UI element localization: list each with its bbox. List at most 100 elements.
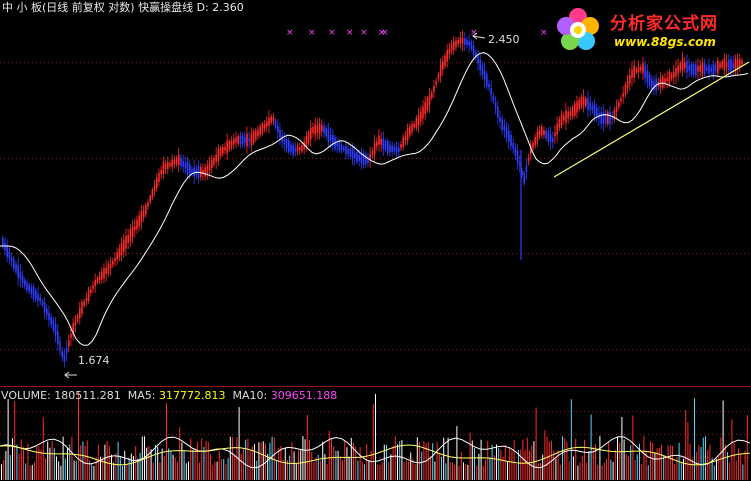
candle-body — [180, 157, 182, 167]
volume-bar — [234, 455, 236, 480]
candle-body — [549, 134, 552, 143]
candle-body — [259, 126, 261, 136]
candle-body — [417, 115, 420, 126]
candle-body — [347, 148, 349, 155]
candle-body — [624, 84, 627, 95]
volume-bar — [269, 442, 271, 480]
candle-body — [129, 229, 132, 242]
volume-bar — [29, 465, 31, 480]
candle-body — [536, 131, 539, 142]
volume-bar — [680, 461, 682, 480]
candle-body — [461, 38, 464, 44]
volume-bar — [718, 455, 720, 480]
candle-body — [233, 138, 235, 145]
candle-body — [686, 60, 688, 73]
d-value: 2.360 — [212, 1, 244, 14]
candle-body — [371, 151, 374, 155]
candle-body — [37, 293, 39, 301]
volume-bar — [82, 441, 84, 480]
volume-bar — [513, 440, 515, 480]
volume-bar — [155, 444, 156, 480]
candle-body — [433, 86, 435, 92]
volume-bar — [537, 463, 539, 480]
candle-body — [109, 264, 112, 269]
candle-body — [714, 65, 717, 72]
volume-bar — [665, 457, 667, 480]
candle-body — [538, 129, 541, 136]
volume-bar — [482, 465, 484, 480]
candle-body — [466, 39, 468, 46]
volume-bar — [716, 458, 717, 480]
candle-body — [164, 164, 167, 169]
candle-body — [283, 138, 286, 145]
volume-bar — [71, 436, 73, 480]
volume-bar — [20, 439, 22, 480]
candle-body — [270, 116, 272, 123]
low-price-label: 1.674 — [78, 354, 110, 367]
volume-bar — [216, 461, 218, 480]
volume-bar — [309, 439, 310, 480]
volume-bar — [23, 446, 24, 480]
signal-marker: × — [328, 28, 336, 38]
volume-bar — [643, 436, 645, 480]
candle-body — [43, 302, 46, 313]
candle-body — [626, 81, 629, 88]
chart-canvas[interactable]: ×××××××××× — [0, 0, 751, 481]
volume-bar — [579, 462, 581, 480]
candle-body — [589, 102, 591, 110]
site-logo: 分析家公式网 www.88gs.com — [548, 2, 748, 58]
signal-marker: × — [308, 28, 316, 38]
volume-bar — [619, 442, 621, 480]
candle-body — [725, 62, 728, 68]
volume-bar — [447, 437, 449, 480]
candle-body — [24, 280, 26, 287]
candle-body — [142, 210, 145, 217]
candle-body — [285, 139, 288, 149]
volume-bar — [225, 464, 227, 480]
candle-body — [178, 154, 180, 166]
candle-body — [35, 291, 37, 299]
candle-body — [490, 88, 492, 95]
volume-bar — [278, 447, 280, 480]
candle-body — [294, 147, 297, 152]
volume-bar — [119, 456, 121, 480]
volume-bar — [102, 457, 104, 480]
candle-body — [189, 163, 191, 175]
candle-body — [578, 99, 580, 109]
volume-bar — [456, 426, 458, 480]
volume-bar — [698, 445, 700, 480]
candle-body — [732, 63, 734, 69]
volume-bar — [5, 451, 7, 480]
volume-bar — [722, 400, 724, 480]
volume-bar — [194, 448, 196, 480]
candle-body — [569, 111, 572, 116]
volume-bar — [471, 440, 473, 480]
candle-body — [607, 111, 609, 125]
volume-bar — [509, 447, 511, 480]
candle-body — [556, 123, 558, 135]
volume-bar — [599, 436, 601, 480]
candle-body — [125, 236, 127, 249]
volume-bar — [672, 445, 673, 480]
volume-bar — [47, 441, 49, 480]
volume-bar — [658, 448, 660, 480]
candle-body — [384, 140, 387, 150]
volume-bar — [7, 399, 9, 480]
candle-body — [508, 131, 510, 142]
volume-bar — [562, 436, 563, 480]
volume-bar — [469, 432, 471, 480]
volume-bar — [223, 459, 225, 480]
candle-body — [455, 40, 457, 48]
volume-bar — [247, 438, 249, 480]
volume-bar — [449, 462, 451, 480]
candle-body — [83, 301, 85, 306]
candle-body — [46, 308, 48, 316]
candle-body — [587, 98, 589, 111]
candle-body — [277, 125, 279, 133]
candle-body — [41, 301, 44, 306]
volume-bar — [423, 441, 425, 480]
volume-bar — [610, 459, 612, 480]
volume-bar — [361, 461, 363, 480]
candle-body — [338, 141, 341, 151]
volume-bar — [339, 456, 341, 480]
